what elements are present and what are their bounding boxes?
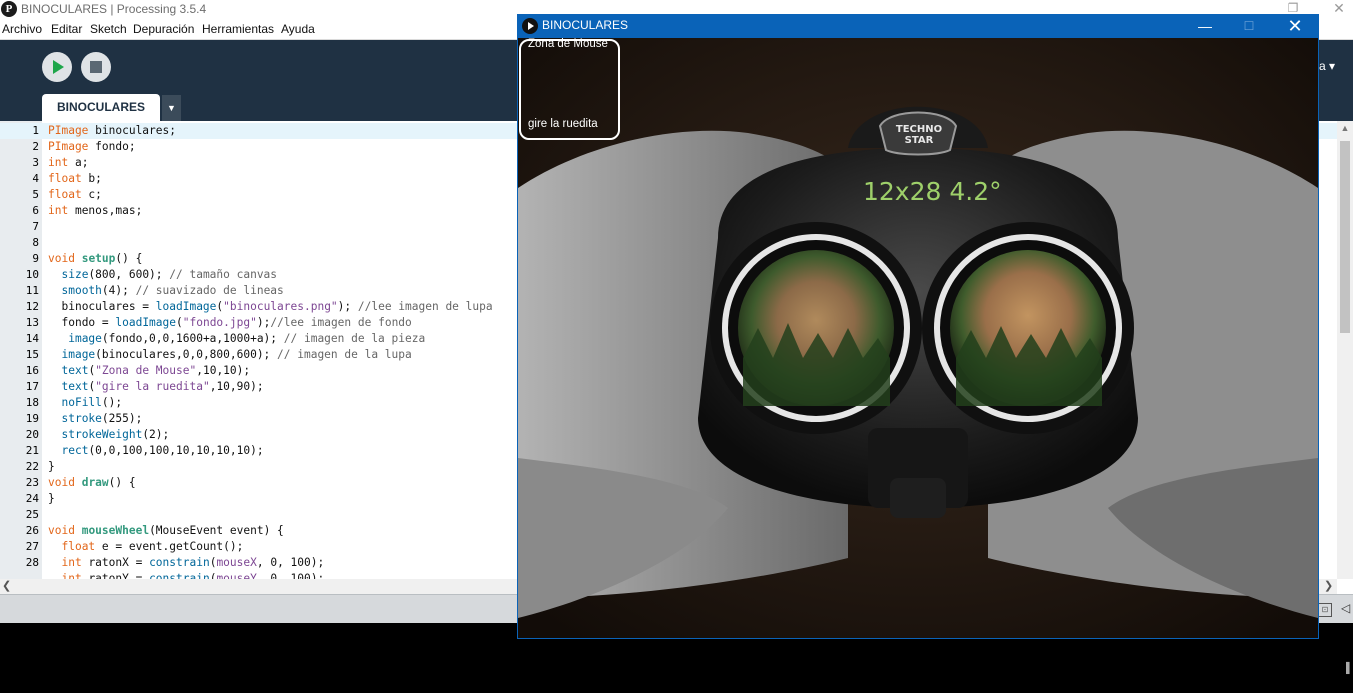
line-number: 9 — [32, 252, 39, 265]
code-line: rect(0,0,100,100,10,10,10,10); — [61, 444, 264, 457]
stop-icon — [90, 61, 102, 73]
mouse-zone-label: Zona de Mouse — [528, 38, 608, 50]
code-line: void draw() { — [48, 476, 136, 489]
binocular-spec-label: 12x28 4.2° — [863, 177, 1002, 206]
line-number: 28 — [25, 556, 39, 569]
menu-depuracion[interactable]: Depuración — [133, 22, 194, 36]
code-line: void mouseWheel(MouseEvent event) { — [48, 524, 284, 537]
code-line: smooth(4); // suavizado de lineas — [61, 284, 284, 297]
code-line: image(binoculares,0,0,800,600); // image… — [61, 348, 412, 361]
code-line: int ratonX = constrain(mouseX, 0, 100); — [61, 556, 325, 569]
ide-window-title: BINOCULARES | Processing 3.5.4 — [21, 2, 207, 16]
code-line: binoculares = loadImage("binoculares.png… — [61, 300, 493, 313]
vertical-scrollbar[interactable]: ▲ — [1337, 121, 1353, 579]
line-number: 11 — [25, 284, 39, 297]
line-number: 12 — [25, 300, 39, 313]
line-number: 22 — [25, 460, 39, 473]
code-line: float b; — [48, 172, 102, 185]
code-line: size(800, 600); // tamaño canvas — [61, 268, 278, 281]
stop-button[interactable] — [81, 52, 111, 82]
code-line: text("gire la ruedita",10,90); — [61, 380, 264, 393]
processing-logo-icon: P — [1, 1, 17, 17]
line-number: 3 — [32, 156, 39, 169]
code-line: text("Zona de Mouse",10,10); — [61, 364, 251, 377]
line-number: 18 — [25, 396, 39, 409]
maximize-icon[interactable]: ☐ — [1241, 16, 1257, 36]
code-line: image(fondo,0,0,1600+a,1000+a); // image… — [68, 332, 426, 345]
close-icon[interactable]: ✕ — [1331, 0, 1347, 16]
binocular-brand-label: TECHNO STAR — [895, 124, 943, 146]
line-number: 13 — [25, 316, 39, 329]
scroll-right-icon[interactable]: ❯ — [1324, 579, 1333, 592]
wheel-hint-label: gire la ruedita — [528, 118, 598, 130]
line-number: 8 — [32, 236, 39, 249]
code-line: strokeWeight(2); — [61, 428, 170, 441]
minimize-icon[interactable]: — — [1195, 16, 1215, 36]
line-number: 1 — [32, 124, 39, 137]
line-number: 2 — [32, 140, 39, 153]
line-number: 27 — [25, 540, 39, 553]
line-number: 24 — [25, 492, 39, 505]
close-icon[interactable]: ✕ — [1285, 14, 1305, 38]
sketch-window-title: BINOCULARES — [542, 18, 629, 32]
line-number: 17 — [25, 380, 39, 393]
line-number: 19 — [25, 412, 39, 425]
line-number: 7 — [32, 220, 39, 233]
run-button[interactable] — [42, 52, 72, 82]
code-line: void setup() { — [48, 252, 143, 265]
code-line: } — [48, 460, 55, 473]
line-number: 26 — [25, 524, 39, 537]
sketch-window: BINOCULARES — ☐ ✕ TECHNO STAR 12x28 4.2°… — [517, 14, 1319, 639]
line-number: 16 — [25, 364, 39, 377]
console-icon[interactable]: ⊡ — [1318, 603, 1332, 617]
line-number: 5 — [32, 188, 39, 201]
menu-archivo[interactable]: Archivo — [2, 22, 42, 36]
collapse-icon[interactable]: ◁ — [1341, 601, 1350, 615]
line-number: 23 — [25, 476, 39, 489]
code-line: } — [48, 492, 55, 505]
code-line: int menos,mas; — [48, 204, 143, 217]
scroll-left-icon[interactable]: ❮ — [2, 579, 11, 592]
play-icon — [53, 60, 64, 74]
line-number: 25 — [25, 508, 39, 521]
sketch-canvas[interactable]: TECHNO STAR 12x28 4.2° Zona de Mouse gir… — [518, 38, 1318, 638]
line-number: 21 — [25, 444, 39, 457]
menu-herramientas[interactable]: Herramientas — [202, 22, 274, 36]
code-line: stroke(255); — [61, 412, 143, 425]
code-line: float e = event.getCount(); — [61, 540, 244, 553]
line-number: 20 — [25, 428, 39, 441]
menu-ayuda[interactable]: Ayuda — [281, 22, 315, 36]
menu-editar[interactable]: Editar — [51, 22, 82, 36]
processing-run-icon — [522, 18, 538, 34]
line-number: 4 — [32, 172, 39, 185]
scroll-up-icon[interactable]: ▲ — [1337, 123, 1353, 135]
menu-sketch[interactable]: Sketch — [90, 22, 127, 36]
code-line: fondo = loadImage("fondo.jpg");//lee ima… — [61, 316, 412, 329]
scrollbar-thumb[interactable] — [1340, 141, 1350, 333]
tab-binoculares[interactable]: BINOCULARES — [42, 94, 160, 121]
code-line: int a; — [48, 156, 89, 169]
code-line: PImage binoculares; — [48, 124, 176, 137]
sketch-titlebar[interactable]: BINOCULARES — ☐ ✕ — [517, 14, 1319, 38]
code-line: noFill(); — [61, 396, 123, 409]
line-number: 15 — [25, 348, 39, 361]
tab-menu-button[interactable]: ▼ — [162, 95, 181, 121]
code-line: PImage fondo; — [48, 140, 136, 153]
console-scrollbar[interactable]: ▌ — [1346, 663, 1353, 674]
line-number: 10 — [25, 268, 39, 281]
line-number: 14 — [25, 332, 39, 345]
line-number: 6 — [32, 204, 39, 217]
code-line: float c; — [48, 188, 102, 201]
